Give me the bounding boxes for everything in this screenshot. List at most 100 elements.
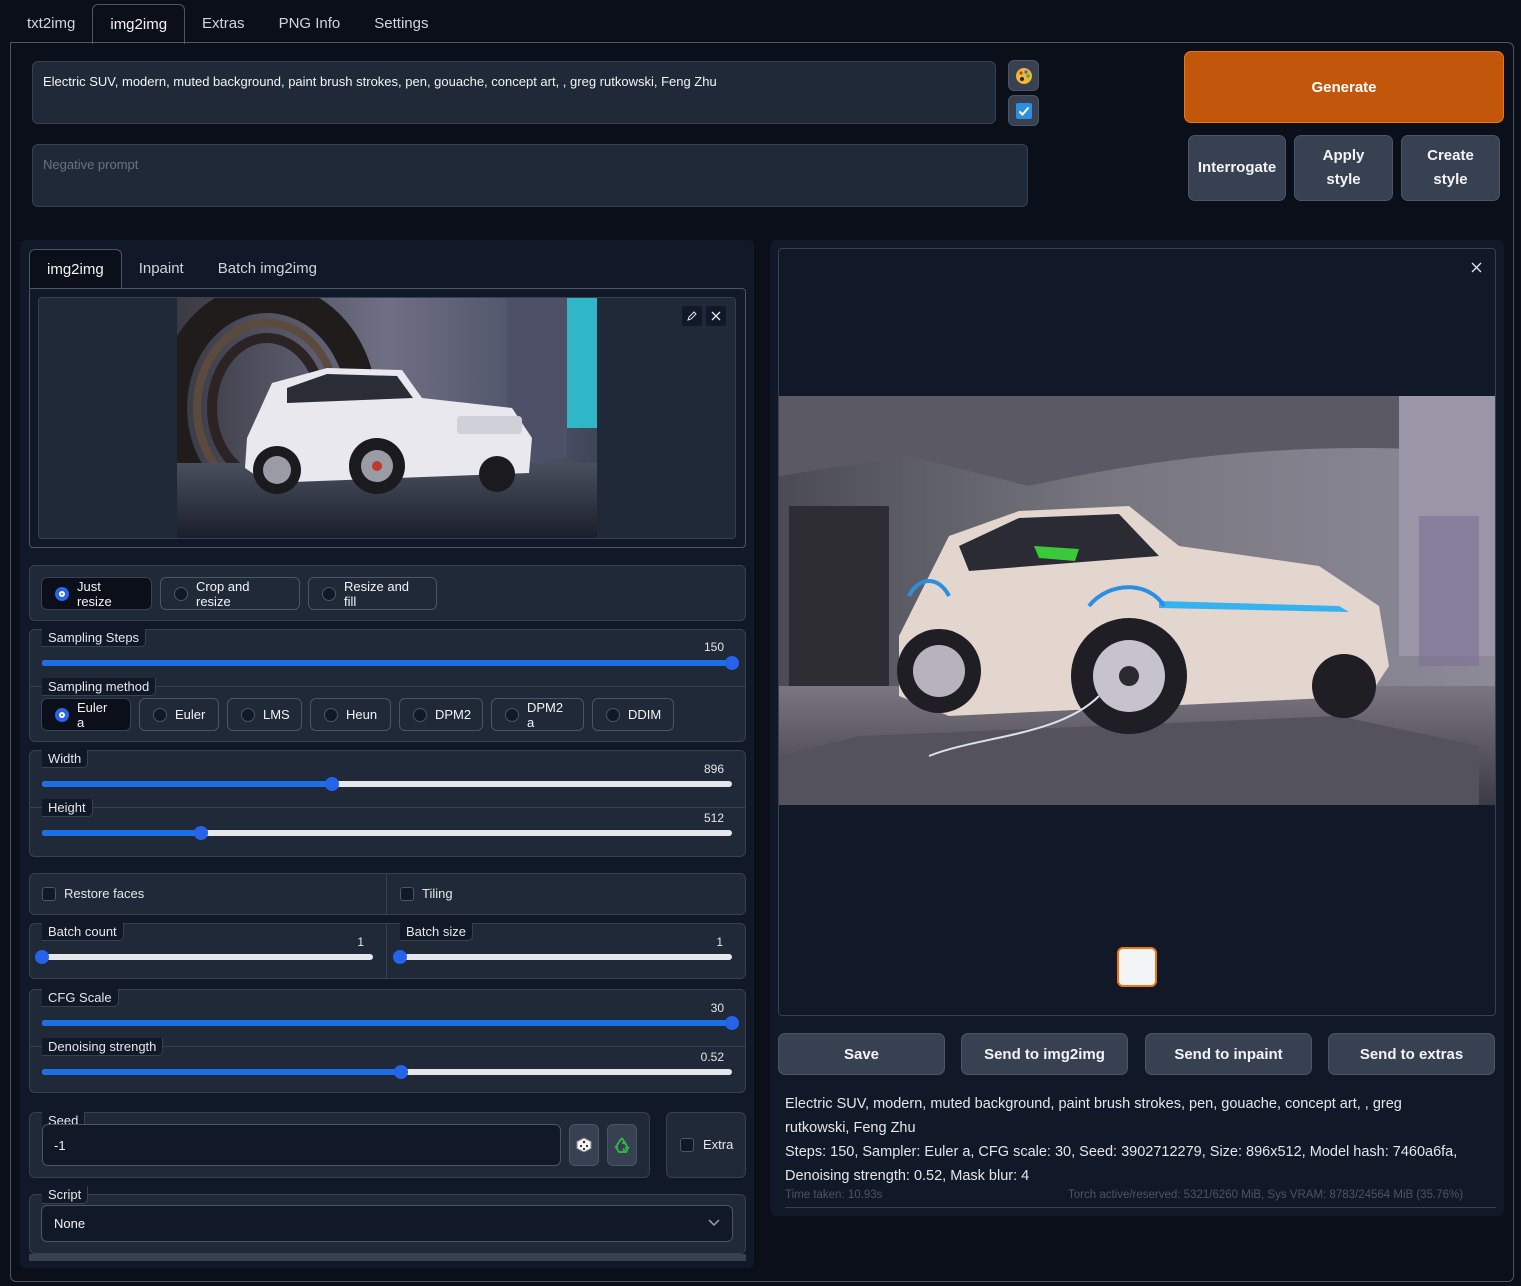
save-button[interactable]: Save xyxy=(778,1033,945,1075)
gallery-thumbnail[interactable] xyxy=(1117,947,1157,987)
slider-thumb[interactable] xyxy=(193,826,208,840)
height-slider[interactable] xyxy=(42,826,732,840)
radio-dot xyxy=(174,586,188,601)
generate-button[interactable]: Generate xyxy=(1184,51,1504,123)
sampling-steps-label: Sampling Steps xyxy=(42,629,147,647)
generation-info-line2: rutkowski, Feng Zhu xyxy=(785,1120,916,1136)
batch-count-label: Batch count xyxy=(42,923,124,941)
pencil-icon xyxy=(687,311,697,321)
radio-crop-and-resize[interactable]: Crop and resize xyxy=(160,577,300,610)
cfg-scale-slider[interactable] xyxy=(42,1016,739,1030)
width-label: Width xyxy=(42,750,89,768)
prompt-input[interactable]: Electric SUV, modern, muted background, … xyxy=(32,61,996,124)
radio-label: DDIM xyxy=(628,707,662,722)
top-tabs: txt2img img2img Extras PNG Info Settings xyxy=(10,4,445,44)
radio-sampler-ddim[interactable]: DDIM xyxy=(592,698,674,731)
extra-seed-label: Extra xyxy=(703,1137,734,1152)
apply-style-button[interactable]: Apply style xyxy=(1294,135,1393,201)
output-image[interactable] xyxy=(779,396,1495,805)
radio-label: LMS xyxy=(263,707,290,722)
divider xyxy=(785,1207,1496,1208)
radio-sampler-euler-a[interactable]: Euler a xyxy=(41,698,131,731)
send-to-img2img-button[interactable]: Send to img2img xyxy=(961,1033,1128,1075)
dice-icon xyxy=(576,1137,592,1153)
height-value[interactable]: 512 xyxy=(680,811,724,825)
sampling-method-label: Sampling method xyxy=(42,678,157,696)
radio-sampler-lms[interactable]: LMS xyxy=(227,698,302,731)
interrogate-button[interactable]: Interrogate xyxy=(1188,135,1286,201)
radio-sampler-dpm2[interactable]: DPM2 xyxy=(399,698,483,731)
slider-thumb[interactable] xyxy=(393,1065,408,1079)
style-check-button[interactable] xyxy=(1008,95,1039,126)
clear-image-button[interactable] xyxy=(706,306,726,326)
close-gallery-button[interactable] xyxy=(1466,257,1486,277)
tab-extras[interactable]: Extras xyxy=(185,4,262,43)
subtab-inpaint[interactable]: Inpaint xyxy=(122,249,201,289)
random-seed-button[interactable] xyxy=(569,1124,599,1166)
batch-count-slider[interactable] xyxy=(35,950,373,964)
divider xyxy=(30,807,745,808)
slider-thumb[interactable] xyxy=(324,777,339,791)
slider-thumb[interactable] xyxy=(725,1016,739,1030)
batch-group xyxy=(29,923,746,979)
radio-label: Crop and resize xyxy=(196,578,250,609)
send-to-inpaint-button[interactable]: Send to inpaint xyxy=(1145,1033,1312,1075)
radio-just-resize[interactable]: Just resize xyxy=(41,577,152,610)
slider-thumb[interactable] xyxy=(725,656,739,670)
script-selected: None xyxy=(54,1216,86,1231)
batch-size-value[interactable]: 1 xyxy=(689,935,723,949)
generation-info-line1: Electric SUV, modern, muted background, … xyxy=(785,1096,1402,1112)
tab-txt2img[interactable]: txt2img xyxy=(10,4,92,43)
radio-dot xyxy=(606,707,620,722)
slider-thumb[interactable] xyxy=(35,950,49,964)
reuse-seed-button[interactable] xyxy=(607,1124,637,1166)
tab-png-info[interactable]: PNG Info xyxy=(262,4,358,43)
close-icon xyxy=(711,311,721,321)
recycle-icon xyxy=(614,1137,630,1154)
tab-settings[interactable]: Settings xyxy=(357,4,445,43)
width-value[interactable]: 896 xyxy=(680,762,724,776)
slider-thumb[interactable] xyxy=(393,950,407,964)
tiling-checkbox[interactable] xyxy=(400,887,414,901)
radio-dot xyxy=(505,707,519,722)
radio-label: Just resize xyxy=(77,578,112,609)
radio-sampler-heun[interactable]: Heun xyxy=(310,698,391,731)
restore-faces-checkbox[interactable] xyxy=(42,887,56,901)
time-taken: Time taken: 10.93s xyxy=(785,1189,883,1201)
seed-input[interactable]: -1 xyxy=(42,1124,561,1166)
batch-count-value[interactable]: 1 xyxy=(330,935,364,949)
radio-dot xyxy=(153,707,167,722)
send-to-extras-button[interactable]: Send to extras xyxy=(1328,1033,1495,1075)
radio-sampler-euler[interactable]: Euler xyxy=(139,698,219,731)
negative-prompt-input[interactable]: Negative prompt xyxy=(32,144,1028,207)
input-mode-tabs: img2img Inpaint Batch img2img xyxy=(29,249,334,289)
subtab-img2img[interactable]: img2img xyxy=(29,249,122,289)
paint-palette-button[interactable] xyxy=(1008,60,1039,91)
checkbox-icon xyxy=(1015,102,1032,119)
edit-image-button[interactable] xyxy=(682,306,702,326)
radio-resize-and-fill[interactable]: Resize and fill xyxy=(308,577,437,610)
create-style-button[interactable]: Create style xyxy=(1401,135,1500,201)
denoising-strength-value[interactable]: 0.52 xyxy=(680,1050,724,1064)
denoising-strength-slider[interactable] xyxy=(42,1065,732,1079)
batch-size-label: Batch size xyxy=(400,923,473,941)
batch-size-slider[interactable] xyxy=(393,950,732,964)
vram-usage: Torch active/reserved: 5321/6260 MiB, Sy… xyxy=(1068,1189,1464,1201)
radio-label: Euler xyxy=(175,707,206,722)
palette-icon xyxy=(1015,67,1032,84)
radio-label: Heun xyxy=(346,707,378,722)
extra-seed-checkbox[interactable] xyxy=(680,1138,694,1152)
sampling-steps-value[interactable]: 150 xyxy=(680,640,724,654)
denoising-strength-label: Denoising strength xyxy=(42,1038,164,1056)
sampling-steps-slider[interactable] xyxy=(42,656,739,670)
width-slider[interactable] xyxy=(42,777,732,791)
subtab-batch-img2img[interactable]: Batch img2img xyxy=(201,249,334,289)
radio-sampler-dpm2-a[interactable]: DPM2 a xyxy=(491,698,584,731)
script-dropdown[interactable]: None xyxy=(41,1205,733,1242)
radio-label: DPM2 a xyxy=(527,699,564,730)
slider-fill xyxy=(42,660,732,666)
slider-fill xyxy=(42,830,201,836)
cfg-scale-value[interactable]: 30 xyxy=(680,1001,724,1015)
input-image xyxy=(177,298,597,538)
tab-img2img[interactable]: img2img xyxy=(92,4,186,44)
